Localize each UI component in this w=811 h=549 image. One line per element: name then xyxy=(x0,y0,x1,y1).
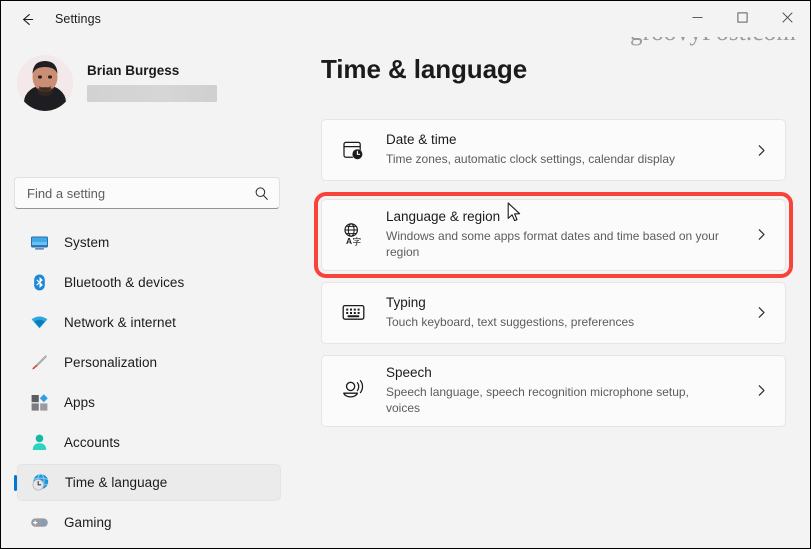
card-date-time[interactable]: Date & time Time zones, automatic clock … xyxy=(321,119,786,181)
close-button[interactable] xyxy=(765,1,810,34)
gamepad-icon xyxy=(29,513,49,533)
minimize-icon xyxy=(692,12,703,23)
search-input[interactable] xyxy=(27,185,254,201)
sidebar-item-accessibility[interactable]: Accessibility xyxy=(17,544,281,548)
sidebar-item-gaming[interactable]: Gaming xyxy=(17,504,281,541)
settings-window: Settings groovyPost.com xyxy=(0,0,811,549)
back-button[interactable] xyxy=(9,3,45,35)
sidebar-nav: System Bluetooth & devices Network & int… xyxy=(1,224,301,548)
profile-name: Brian Burgess xyxy=(87,62,180,78)
bluetooth-icon xyxy=(29,273,49,293)
card-subtitle: Speech language, speech recognition micr… xyxy=(386,384,689,415)
sidebar-item-system[interactable]: System xyxy=(17,224,281,261)
back-arrow-icon xyxy=(19,11,36,28)
sidebar-item-accounts[interactable]: Accounts xyxy=(17,424,281,461)
card-text: Date & time Time zones, automatic clock … xyxy=(386,123,753,177)
sidebar-item-label: Bluetooth & devices xyxy=(64,275,185,290)
chevron-right-icon[interactable] xyxy=(753,383,769,399)
main-content: Time & language Date & time Time zones, … xyxy=(301,37,810,548)
close-icon xyxy=(782,12,793,23)
card-text: Language & region Windows and some apps … xyxy=(386,200,753,270)
language-globe-icon: A 字 xyxy=(340,222,366,248)
user-profile[interactable]: Brian Burgess xyxy=(17,55,217,111)
profile-text: Brian Burgess xyxy=(87,64,217,103)
card-title: Speech xyxy=(386,364,432,380)
sidebar-item-label: Time & language xyxy=(65,475,168,490)
search-box[interactable] xyxy=(14,177,280,209)
sidebar-item-label: Apps xyxy=(64,395,95,410)
sidebar-item-label: Gaming xyxy=(64,515,112,530)
chevron-right-icon[interactable] xyxy=(753,142,769,158)
chevron-right-icon[interactable] xyxy=(753,305,769,321)
window-controls xyxy=(675,1,810,34)
avatar xyxy=(17,55,73,111)
card-title: Typing xyxy=(386,294,426,310)
sidebar-item-label: System xyxy=(64,235,110,250)
calendar-clock-icon xyxy=(340,137,366,163)
page-title: Time & language xyxy=(321,54,528,84)
card-subtitle: Touch keyboard, text suggestions, prefer… xyxy=(386,314,635,329)
title-bar: Settings xyxy=(1,1,810,37)
sidebar-item-label: Network & internet xyxy=(64,315,176,330)
sidebar: Brian Burgess Find a setting System Blue… xyxy=(1,37,301,548)
keyboard-icon xyxy=(340,300,366,326)
minimize-button[interactable] xyxy=(675,1,720,34)
card-speech[interactable]: Speech Speech language, speech recogniti… xyxy=(321,354,786,427)
sidebar-item-time-language[interactable]: Time & language xyxy=(17,464,281,501)
sidebar-item-apps[interactable]: Apps xyxy=(17,384,281,421)
account-icon xyxy=(29,433,49,453)
card-title: Language & region xyxy=(386,209,501,224)
maximize-button[interactable] xyxy=(720,1,765,34)
chevron-right-icon[interactable] xyxy=(753,227,769,243)
card-title: Date & time xyxy=(386,132,457,148)
apps-icon xyxy=(29,393,49,413)
sidebar-item-label: Personalization xyxy=(64,355,158,370)
paintbrush-icon xyxy=(29,353,49,373)
card-subtitle: Windows and some apps format dates and t… xyxy=(386,228,719,259)
system-icon xyxy=(29,233,49,253)
speech-icon xyxy=(340,378,366,404)
card-typing[interactable]: Typing Touch keyboard, text suggestions,… xyxy=(321,281,786,344)
card-text: Typing Touch keyboard, text suggestions,… xyxy=(386,286,753,340)
maximize-icon xyxy=(737,12,748,23)
profile-email-redacted xyxy=(87,85,217,103)
svg-text:A: A xyxy=(346,237,352,247)
svg-text:字: 字 xyxy=(352,236,361,248)
window-title: Settings xyxy=(55,12,101,26)
sidebar-item-network-internet[interactable]: Network & internet xyxy=(17,304,281,341)
sidebar-item-personalization[interactable]: Personalization xyxy=(17,344,281,381)
wifi-icon xyxy=(29,313,49,333)
sidebar-item-bluetooth-devices[interactable]: Bluetooth & devices xyxy=(17,264,281,301)
settings-card-list: Date & time Time zones, automatic clock … xyxy=(314,119,793,427)
card-text: Speech Speech language, speech recogniti… xyxy=(386,356,753,426)
card-subtitle: Time zones, automatic clock settings, ca… xyxy=(386,151,676,166)
card-language-region[interactable]: A 字 Language & region Windows and some a… xyxy=(314,192,793,278)
search-icon xyxy=(254,186,269,201)
sidebar-item-label: Accounts xyxy=(64,435,120,450)
clock-globe-icon xyxy=(30,473,50,493)
